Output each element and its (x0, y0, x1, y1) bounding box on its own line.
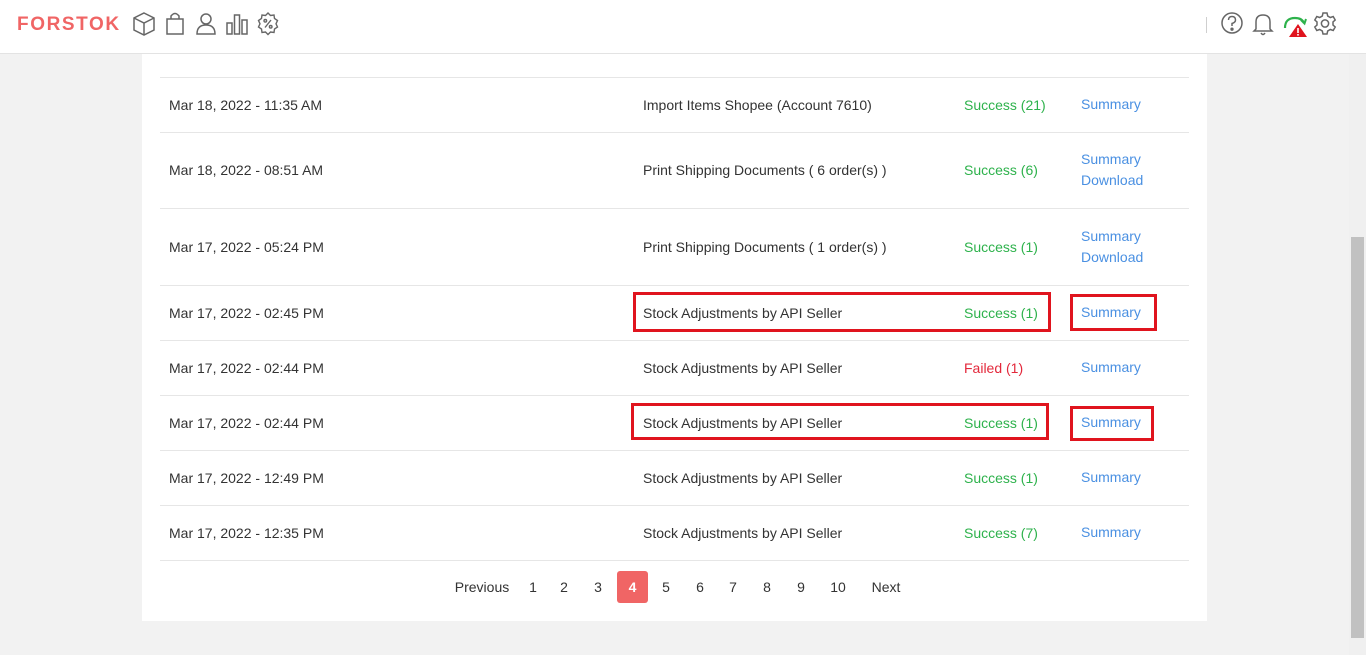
row-actions: Summary (1081, 357, 1141, 378)
highlight-box (1070, 406, 1154, 441)
box-icon[interactable] (131, 10, 157, 38)
row-date: Mar 17, 2022 - 02:44 PM (169, 360, 324, 376)
row-date: Mar 17, 2022 - 12:35 PM (169, 525, 324, 541)
table-row: Mar 17, 2022 - 05:24 PM Print Shipping Do… (160, 208, 1189, 285)
pagination-previous-button[interactable]: Previous (442, 571, 522, 603)
row-actions: Summary (1081, 522, 1141, 543)
page-1-button[interactable]: 1 (523, 571, 543, 603)
page-9-button[interactable]: 9 (791, 571, 811, 603)
page-7-button[interactable]: 7 (723, 571, 743, 603)
page-6-button[interactable]: 6 (690, 571, 710, 603)
summary-link[interactable]: Summary (1081, 357, 1141, 378)
page-3-button[interactable]: 3 (588, 571, 608, 603)
gear-icon[interactable] (1312, 10, 1338, 38)
summary-link[interactable]: Summary (1081, 149, 1143, 170)
highlight-box (631, 403, 1049, 440)
row-date: Mar 18, 2022 - 11:35 AM (169, 97, 323, 113)
bag-icon[interactable] (162, 10, 188, 38)
row-description: Stock Adjustments by API Seller (643, 360, 843, 376)
sync-alert-icon[interactable] (1282, 10, 1308, 38)
status-success: Success (6) (964, 162, 1038, 178)
table-row: Mar 18, 2022 - 08:51 AM Print Shipping Do… (160, 132, 1189, 208)
table-bottom-border (160, 560, 1189, 561)
row-description: Print Shipping Documents ( 1 order(s) ) (643, 239, 887, 255)
table-row: Mar 17, 2022 - 12:49 PM Stock Adjustments… (160, 450, 1189, 505)
download-link[interactable]: Download (1081, 170, 1143, 191)
row-actions: Summary (1081, 94, 1141, 115)
row-description: Print Shipping Documents ( 6 order(s) ) (643, 162, 887, 178)
pagination-next-button[interactable]: Next (864, 571, 908, 603)
row-description: Import Items Shopee (Account 7610) (643, 97, 872, 113)
table-row: Mar 18, 2022 - 11:35 AM Import Items Shop… (160, 77, 1189, 132)
page-5-button[interactable]: 5 (656, 571, 676, 603)
status-failed: Failed (1) (964, 360, 1024, 376)
vertical-scrollbar[interactable] (1349, 54, 1366, 655)
download-link[interactable]: Download (1081, 247, 1143, 268)
user-icon[interactable] (193, 10, 219, 38)
summary-link[interactable]: Summary (1081, 467, 1141, 488)
page-4-button-active[interactable]: 4 (617, 571, 648, 603)
header-separator (1206, 17, 1207, 33)
row-description: Stock Adjustments by API Seller (643, 470, 843, 486)
highlight-box (633, 292, 1051, 332)
row-date: Mar 17, 2022 - 12:49 PM (169, 470, 324, 486)
bar-chart-icon[interactable] (224, 10, 250, 38)
row-description: Stock Adjustments by API Seller (643, 525, 843, 541)
scrollbar-thumb[interactable] (1351, 237, 1364, 638)
status-success: Success (1) (964, 239, 1038, 255)
status-success: Success (21) (964, 97, 1046, 113)
status-success: Success (7) (964, 525, 1038, 541)
status-success: Success (1) (964, 470, 1038, 486)
page-10-button[interactable]: 10 (825, 571, 851, 603)
table-row: Mar 17, 2022 - 12:35 PM Stock Adjustments… (160, 505, 1189, 560)
discount-icon[interactable] (255, 10, 281, 38)
top-navigation-bar: FORSTOK (0, 0, 1366, 54)
summary-link[interactable]: Summary (1081, 522, 1141, 543)
summary-link[interactable]: Summary (1081, 226, 1143, 247)
table-row: Mar 17, 2022 - 02:44 PM Stock Adjustments… (160, 340, 1189, 395)
row-actions: Summary Download (1081, 226, 1143, 268)
forstok-logo[interactable]: FORSTOK (17, 14, 121, 36)
row-actions: Summary (1081, 467, 1141, 488)
help-icon[interactable] (1219, 10, 1245, 38)
highlight-box (1070, 294, 1157, 331)
row-date: Mar 17, 2022 - 05:24 PM (169, 239, 324, 255)
bell-icon[interactable] (1250, 10, 1276, 38)
summary-link[interactable]: Summary (1081, 94, 1141, 115)
page-8-button[interactable]: 8 (757, 571, 777, 603)
row-date: Mar 17, 2022 - 02:45 PM (169, 305, 324, 321)
page-2-button[interactable]: 2 (554, 571, 574, 603)
row-actions: Summary Download (1081, 149, 1143, 191)
row-date: Mar 18, 2022 - 08:51 AM (169, 162, 324, 178)
row-date: Mar 17, 2022 - 02:44 PM (169, 415, 324, 431)
